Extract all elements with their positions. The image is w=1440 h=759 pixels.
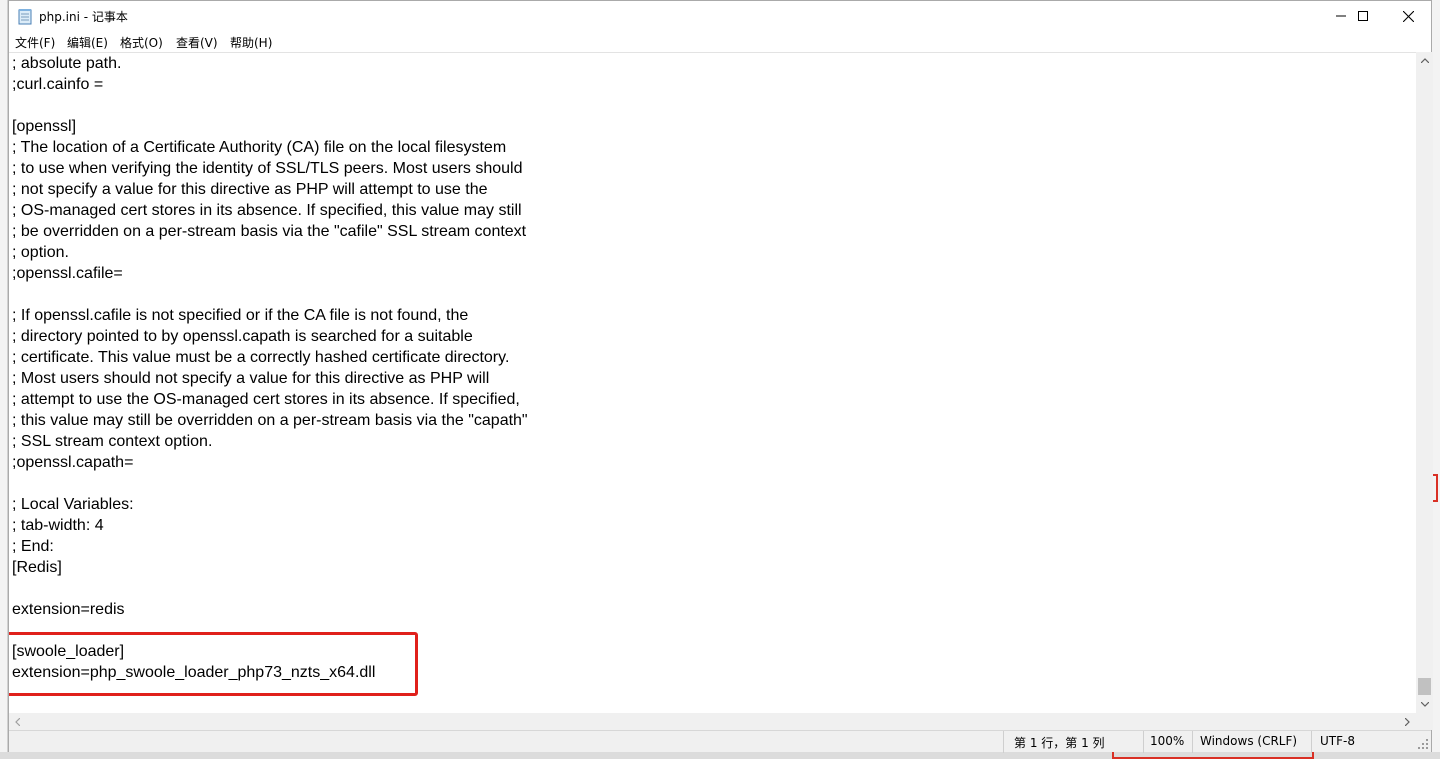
text-line: ; absolute path.	[12, 55, 122, 72]
text-line: ; End:	[12, 538, 54, 555]
status-separator	[1003, 731, 1004, 753]
text-line: ; not specify a value for this directive…	[12, 181, 488, 198]
notepad-icon	[18, 8, 33, 25]
menu-format[interactable]: 格式(O)	[120, 34, 163, 51]
vertical-scrollbar[interactable]	[1416, 52, 1433, 713]
status-separator	[1192, 731, 1193, 753]
menu-view[interactable]: 查看(V)	[176, 34, 218, 51]
title-bar[interactable]: php.ini - 记事本	[9, 1, 1431, 31]
text-line: ; The location of a Certificate Authorit…	[12, 139, 507, 156]
text-line: ; directory pointed to by openssl.capath…	[12, 328, 473, 345]
text-line: ; to use when verifying the identity of …	[12, 160, 523, 177]
text-line: ; Local Variables:	[12, 496, 134, 513]
vertical-scroll-thumb[interactable]	[1418, 678, 1431, 695]
arrow-up-icon[interactable]	[1416, 52, 1433, 69]
background-annotation-box	[1112, 752, 1314, 759]
window-title: php.ini - 记事本	[39, 10, 128, 24]
text-line: [swoole_loader]	[12, 643, 125, 660]
arrow-left-icon[interactable]	[9, 713, 26, 730]
close-button[interactable]	[1385, 1, 1431, 31]
notepad-window: php.ini - 记事本 文件(F) 编辑(E) 格式(O) 查看(V) 帮助…	[8, 0, 1433, 753]
desktop-background-left	[0, 0, 8, 759]
text-line: ; Most users should not specify a value …	[12, 370, 490, 387]
menu-edit[interactable]: 编辑(E)	[67, 34, 108, 51]
scrollbar-corner	[1416, 713, 1433, 730]
arrow-down-icon[interactable]	[1416, 696, 1433, 713]
close-icon	[1402, 10, 1414, 22]
text-editor-area[interactable]: ; absolute path. ;curl.cainfo = [openssl];…	[9, 52, 1416, 713]
background-annotation-mark	[1433, 474, 1438, 502]
status-bar: 第 1 行，第 1 列 100% Windows (CRLF) UTF-8	[9, 730, 1431, 753]
text-line: ;openssl.capath=	[12, 454, 134, 471]
text-line: ; option.	[12, 244, 69, 261]
text-line: ; attempt to use the OS-managed cert sto…	[12, 391, 520, 408]
menu-help[interactable]: 帮助(H)	[230, 34, 272, 51]
maximize-icon	[1358, 11, 1368, 21]
menu-file[interactable]: 文件(F)	[15, 34, 55, 51]
text-line: ; tab-width: 4	[12, 517, 104, 534]
text-line: [Redis]	[12, 559, 62, 576]
arrow-right-icon[interactable]	[1399, 713, 1416, 730]
text-line: extension=redis	[12, 601, 125, 618]
status-line-ending: Windows (CRLF)	[1200, 734, 1298, 748]
status-separator	[1311, 731, 1312, 753]
text-line: ; SSL stream context option.	[12, 433, 213, 450]
text-line: ; OS-managed cert stores in its absence.…	[12, 202, 522, 219]
status-cursor-position: 第 1 行，第 1 列	[1014, 736, 1105, 750]
status-separator	[1143, 731, 1144, 753]
text-line: ; this value may still be overridden on …	[12, 412, 528, 429]
desktop-background-right	[1432, 0, 1440, 759]
status-zoom: 100%	[1150, 734, 1185, 748]
text-line: ;curl.cainfo =	[12, 76, 104, 93]
text-line: [openssl]	[12, 118, 77, 135]
menu-bar: 文件(F) 编辑(E) 格式(O) 查看(V) 帮助(H)	[9, 31, 1431, 52]
text-line: ;openssl.cafile=	[12, 265, 123, 282]
resize-grip-icon[interactable]	[1417, 738, 1429, 750]
maximize-button[interactable]	[1340, 1, 1386, 31]
status-encoding: UTF-8	[1320, 734, 1355, 748]
horizontal-scrollbar[interactable]	[9, 713, 1416, 730]
text-line: ; be overridden on a per-stream basis vi…	[12, 223, 527, 240]
text-line: extension=php_swoole_loader_php73_nzts_x…	[12, 664, 376, 681]
text-line: ; If openssl.cafile is not specified or …	[12, 307, 469, 324]
text-line: ; certificate. This value must be a corr…	[12, 349, 510, 366]
